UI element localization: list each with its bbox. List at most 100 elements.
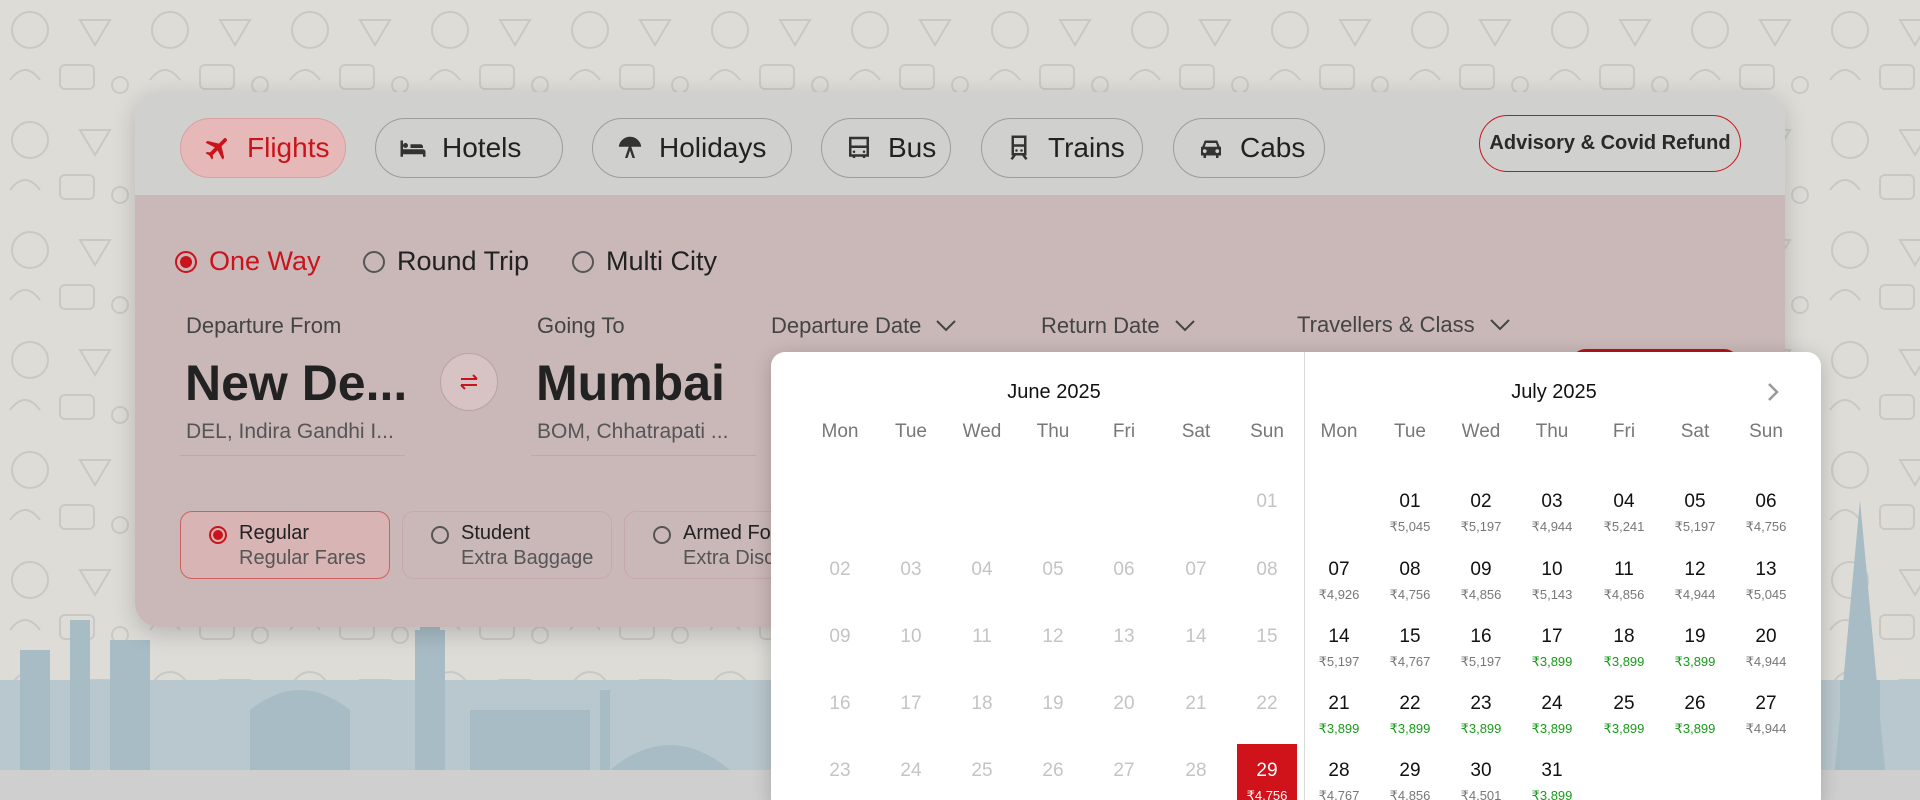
calendar-day-cell[interactable]: 01 ₹5,045 (1380, 491, 1440, 535)
calendar-day-cell[interactable]: 04 ₹5,241 (1594, 491, 1654, 535)
calendar-day-cell[interactable]: 03 ₹4,944 (1522, 491, 1582, 535)
day-number: 14 (1185, 626, 1207, 647)
day-number: 08 (1399, 559, 1421, 580)
day-fare-price: ₹3,899 (1674, 721, 1716, 736)
calendar-day-cell[interactable]: 16 ₹5,197 (1451, 626, 1511, 670)
day-fare-price: ₹4,944 (1745, 721, 1787, 736)
tab-hotels[interactable]: Hotels (375, 118, 563, 178)
trip-type-multi-city[interactable]: Multi City (572, 246, 717, 277)
swap-arrows-icon (460, 374, 478, 390)
departure-city[interactable]: New De... (185, 354, 407, 412)
calendar-day-cell[interactable]: 22 ₹3,899 (1380, 693, 1440, 737)
calendar-day-cell[interactable]: 08 ₹4,756 (1380, 559, 1440, 603)
calendar-day-cell: 24 (881, 760, 941, 782)
calendar-day-cell[interactable]: 31 ₹3,899 (1522, 760, 1582, 800)
trip-type-label: One Way (209, 246, 321, 276)
calendar-day-cell[interactable]: 30 ₹4,501 (1451, 760, 1511, 800)
departure-from-label: Departure From (186, 313, 342, 338)
tab-label: Cabs (1240, 132, 1306, 163)
calendar-day-cell[interactable]: 13 ₹5,045 (1736, 559, 1796, 603)
calendar-day-cell: 07 (1166, 559, 1226, 581)
tab-label: Flights (247, 132, 330, 163)
calendar-day-cell[interactable]: 14 ₹5,197 (1309, 626, 1369, 670)
trip-type-one-way[interactable]: One Way (175, 246, 321, 277)
weekday-header: Fri (1612, 421, 1636, 442)
calendar-day-cell[interactable]: 06 ₹4,756 (1736, 491, 1796, 535)
calendar-day-cell[interactable]: 23 ₹3,899 (1451, 693, 1511, 737)
calendar-day-cell[interactable]: 11 ₹4,856 (1594, 559, 1654, 603)
weekday-header: Tue (894, 421, 928, 442)
day-number: 25 (971, 760, 993, 781)
tab-holidays[interactable]: Holidays (592, 118, 792, 178)
tab-cabs[interactable]: Cabs (1173, 118, 1325, 178)
day-number: 10 (1541, 559, 1563, 580)
day-number: 07 (1328, 559, 1350, 580)
weekday-header: Fri (1112, 421, 1136, 442)
bed-icon (400, 140, 426, 157)
destination-city[interactable]: Mumbai (536, 354, 725, 412)
plane-icon (205, 138, 227, 160)
calendar-day-cell[interactable]: 09 ₹4,856 (1451, 559, 1511, 603)
calendar-day-cell: 13 (1094, 626, 1154, 648)
calendar-day-cell[interactable]: 28 ₹4,767 (1309, 760, 1369, 800)
selected-date-cell[interactable]: 29 ₹4,756 (1237, 744, 1297, 800)
calendar-day-cell[interactable]: 05 ₹5,197 (1665, 491, 1725, 535)
calendar-day-cell[interactable]: 29 ₹4,856 (1380, 760, 1440, 800)
calendar-divider (1304, 352, 1305, 800)
day-number: 29 (1256, 760, 1278, 781)
tab-flights[interactable]: Flights (180, 118, 346, 178)
calendar-day-cell: 02 (810, 559, 870, 581)
calendar-day-cell[interactable]: 26 ₹3,899 (1665, 693, 1725, 737)
calendar-day-cell[interactable]: 15 ₹4,767 (1380, 626, 1440, 670)
day-number: 23 (1470, 693, 1492, 714)
day-number: 06 (1755, 491, 1777, 512)
day-number: 21 (1185, 693, 1207, 714)
day-number: 19 (1684, 626, 1706, 647)
calendar-day-cell[interactable]: 25 ₹3,899 (1594, 693, 1654, 737)
calendar-day-cell[interactable]: 20 ₹4,944 (1736, 626, 1796, 670)
calendar-day-cell: 04 (952, 559, 1012, 581)
day-fare-price: ₹4,767 (1318, 788, 1360, 800)
day-fare-price: ₹5,197 (1460, 519, 1502, 534)
trip-type-round-trip[interactable]: Round Trip (363, 246, 529, 277)
departure-date-dropdown[interactable]: Departure Date (771, 313, 957, 339)
calendar-day-cell: 16 (810, 693, 870, 715)
calendar-day-cell[interactable]: 07 ₹4,926 (1309, 559, 1369, 603)
return-date-label: Return Date (1041, 313, 1160, 338)
calendar-day-cell[interactable]: 02 ₹5,197 (1451, 491, 1511, 535)
day-fare-price: ₹3,899 (1531, 788, 1573, 800)
day-fare-price: ₹4,856 (1603, 587, 1645, 602)
next-month-chevron-icon[interactable] (1763, 382, 1783, 402)
calendar-day-cell[interactable]: 21 ₹3,899 (1309, 693, 1369, 737)
radio-empty-icon (572, 250, 594, 273)
calendar-day-cell[interactable]: 18 ₹3,899 (1594, 626, 1654, 670)
day-number: 15 (1399, 626, 1421, 647)
swap-cities-button[interactable] (440, 353, 498, 411)
weekday-header: Wed (1461, 421, 1501, 442)
day-fare-price: ₹4,856 (1389, 788, 1431, 800)
fare-type-student[interactable]: Student Extra Baggage (402, 511, 612, 579)
day-number: 20 (1755, 626, 1777, 647)
calendar-day-cell[interactable]: 10 ₹5,143 (1522, 559, 1582, 603)
day-number: 11 (1614, 559, 1634, 580)
day-number: 18 (1613, 626, 1635, 647)
day-number: 09 (829, 626, 851, 647)
calendar-day-cell[interactable]: 27 ₹4,944 (1736, 693, 1796, 737)
travellers-class-dropdown[interactable]: Travellers & Class (1297, 312, 1511, 338)
day-fare-price: ₹4,756 (1389, 587, 1431, 602)
tab-trains[interactable]: Trains (981, 118, 1143, 178)
radio-selected-icon (175, 250, 197, 273)
return-date-dropdown[interactable]: Return Date (1041, 313, 1196, 339)
weekday-header: Thu (1036, 421, 1070, 442)
trip-type-label: Round Trip (397, 246, 530, 276)
calendar-day-cell[interactable]: 17 ₹3,899 (1522, 626, 1582, 670)
calendar-day-cell[interactable]: 19 ₹3,899 (1665, 626, 1725, 670)
advisory-covid-refund-button[interactable]: Advisory & Covid Refund (1479, 115, 1741, 172)
tab-bus[interactable]: Bus (821, 118, 951, 178)
day-fare-price: ₹5,143 (1531, 587, 1573, 602)
calendar-day-cell: 28 (1166, 760, 1226, 782)
calendar-day-cell: 19 (1023, 693, 1083, 715)
calendar-day-cell[interactable]: 12 ₹4,944 (1665, 559, 1725, 603)
calendar-day-cell[interactable]: 24 ₹3,899 (1522, 693, 1582, 737)
fare-type-regular[interactable]: Regular Regular Fares (180, 511, 390, 579)
